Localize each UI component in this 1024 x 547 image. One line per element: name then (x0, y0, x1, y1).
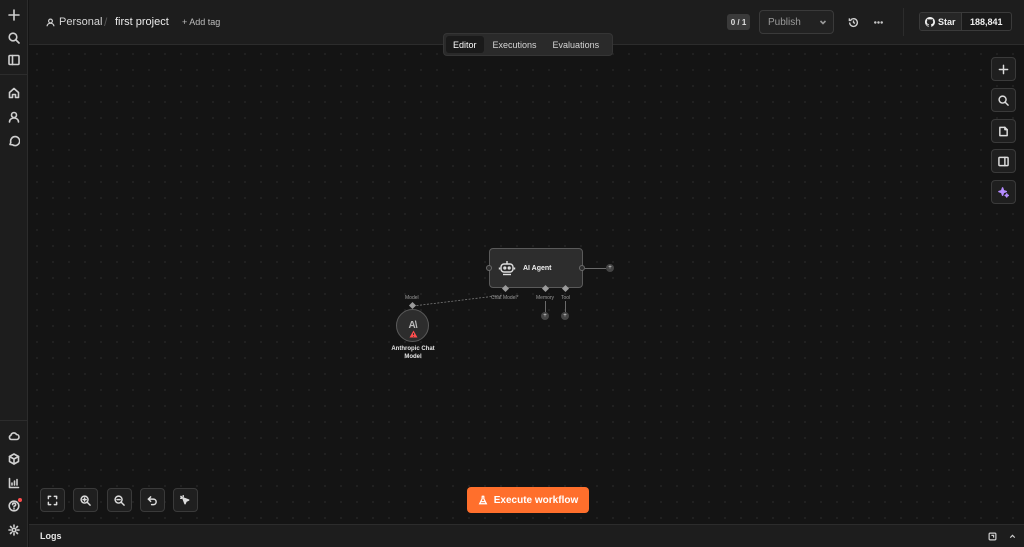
github-icon (925, 16, 935, 27)
breadcrumb-separator: / (104, 15, 108, 29)
add-tool-button[interactable]: + (561, 312, 569, 320)
search-icon (998, 94, 1009, 106)
magic-cursor-icon (180, 494, 190, 504)
notification-dot (18, 498, 22, 502)
home-icon[interactable] (4, 83, 24, 103)
tool-connector (565, 301, 566, 312)
note-icon (999, 126, 1008, 136)
history-icon[interactable] (845, 14, 861, 30)
model-node-name: Anthropic Chat Model (391, 346, 435, 360)
left-sidebar (0, 0, 28, 547)
sparkle-icon (998, 186, 1009, 198)
add-output-node-button[interactable]: + (606, 264, 614, 272)
zoom-in-button[interactable] (73, 488, 98, 512)
undo-icon (147, 495, 157, 505)
publish-label: Publish (768, 16, 801, 28)
github-star-label: Star (938, 16, 956, 27)
sticky-note-button[interactable] (991, 119, 1016, 143)
chevron-up-icon[interactable] (1006, 530, 1018, 542)
plus-icon (998, 64, 1009, 74)
workspace-name: Personal (59, 16, 103, 28)
agent-input-handle[interactable] (486, 265, 492, 271)
search-icon[interactable] (4, 28, 24, 48)
panel-icon (998, 156, 1009, 166)
insights-chart-icon[interactable] (4, 473, 24, 493)
zoom-in-icon (80, 494, 91, 506)
toggle-sidebar-icon[interactable] (4, 50, 24, 70)
tidy-up-button[interactable] (173, 488, 198, 512)
undo-button[interactable] (140, 488, 165, 512)
tab-evaluations[interactable]: Evaluations (546, 36, 607, 53)
app-window: Personal / first project + Add tag 0 / 1… (0, 0, 1024, 547)
breadcrumb-workspace[interactable]: Personal (46, 16, 102, 28)
toggle-panel-button[interactable] (991, 149, 1016, 173)
header-divider (903, 8, 904, 36)
user-small-icon (46, 18, 55, 26)
pop-out-icon[interactable] (986, 530, 998, 542)
add-tag-button[interactable]: + Add tag (182, 17, 220, 27)
ai-agent-node[interactable]: AI Agent (489, 248, 583, 288)
tab-editor[interactable]: Editor (446, 36, 484, 53)
user-icon[interactable] (4, 107, 24, 127)
cloud-icon[interactable] (4, 426, 24, 446)
chat-icon[interactable] (4, 131, 24, 151)
zoom-out-icon (114, 494, 125, 506)
execute-workflow-label: Execute workflow (493, 494, 579, 506)
chevron-down-icon[interactable] (813, 11, 833, 33)
sidebar-divider (0, 74, 28, 75)
publish-button[interactable]: Publish (759, 10, 834, 34)
settings-gear-icon[interactable] (4, 520, 24, 540)
package-icon[interactable] (4, 449, 24, 469)
chat-model-port-label: Chat Model* (491, 295, 519, 301)
github-star-count: 188,841 (969, 16, 1003, 27)
more-options-icon[interactable] (870, 14, 886, 30)
fullscreen-icon (47, 495, 58, 505)
flask-icon (478, 495, 488, 505)
add-node-button[interactable] (991, 57, 1016, 81)
add-memory-button[interactable]: + (541, 312, 549, 320)
help-icon[interactable] (4, 496, 24, 516)
view-tabs: Editor Executions Evaluations (443, 33, 613, 56)
logs-label: Logs (40, 531, 62, 541)
agent-title: AI Agent (523, 264, 552, 272)
search-nodes-button[interactable] (991, 88, 1016, 112)
model-port-label: Model (405, 295, 419, 301)
execute-workflow-button[interactable]: Execute workflow (467, 487, 589, 513)
github-star-button[interactable]: Star 188,841 (919, 12, 1012, 31)
logs-panel-bar[interactable]: Logs (29, 524, 1024, 547)
output-connector (585, 268, 606, 269)
github-star-section: Star (920, 13, 962, 30)
anthropic-chat-model-node[interactable]: A\ (396, 309, 429, 342)
fit-view-button[interactable] (40, 488, 65, 512)
sidebar-divider-bottom (0, 420, 28, 421)
tab-executions[interactable]: Executions (486, 36, 544, 53)
add-icon[interactable] (4, 5, 24, 25)
ai-assistant-button[interactable] (991, 180, 1016, 204)
robot-icon (498, 259, 516, 277)
project-name[interactable]: first project (115, 16, 169, 28)
warning-icon (409, 330, 418, 338)
memory-connector (545, 301, 546, 312)
active-workflows-counter: 0 / 1 (727, 14, 750, 30)
zoom-out-button[interactable] (107, 488, 132, 512)
